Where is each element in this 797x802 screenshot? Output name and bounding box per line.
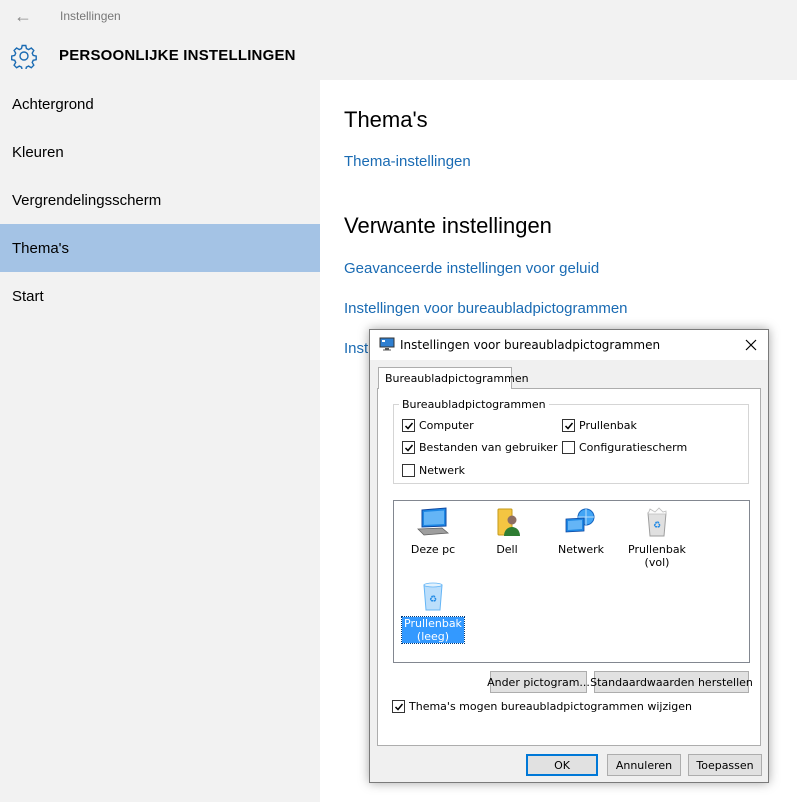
ok-button[interactable]: OK [526, 754, 598, 776]
icon-item-dell[interactable]: Dell [472, 507, 542, 556]
checkmark-icon [404, 444, 414, 452]
advanced-sound-settings-link[interactable]: Geavanceerde instellingen voor geluid [344, 260, 599, 277]
icon-item-deze-pc[interactable]: Deze pc [398, 507, 468, 556]
tab-bureaubladpictogrammen[interactable]: Bureaubladpictogrammen [378, 367, 529, 389]
sidebar-item-label: Achtergrond [12, 95, 94, 113]
themes-heading: Thema's [344, 107, 428, 132]
checkmark-icon [394, 703, 404, 711]
checkbox-box[interactable] [562, 441, 575, 454]
icon-item-prullenbak-vol[interactable]: ♻ Prullenbak (vol) [622, 507, 692, 569]
sidebar-item-label: Kleuren [12, 143, 64, 161]
checkbox-box[interactable] [402, 464, 415, 477]
back-arrow-icon: ← [14, 5, 32, 26]
checkbox-box[interactable] [402, 441, 415, 454]
cancel-button[interactable]: Annuleren [607, 754, 681, 776]
sidebar-item-achtergrond[interactable]: Achtergrond [0, 80, 320, 128]
apply-button[interactable]: Toepassen [688, 754, 762, 776]
sidebar-item-vergrendelingsscherm[interactable]: Vergrendelingsscherm [0, 176, 320, 224]
checkbox-label: Bestanden van gebruiker [419, 441, 558, 454]
control-panel-checkbox[interactable]: Configuratiescherm [562, 441, 687, 454]
monitor-icon [379, 337, 395, 351]
recycle-bin-full-icon: ♻ [647, 507, 667, 537]
computer-icon [417, 507, 450, 536]
recycle-bin-empty-icon: ♻ [423, 582, 443, 611]
icon-label: Netwerk [558, 543, 604, 556]
user-files-checkbox[interactable]: Bestanden van gebruiker [402, 441, 558, 454]
tab-panel: Bureaubladpictogrammen Computer Prullenb… [377, 388, 761, 746]
close-button[interactable] [740, 334, 762, 356]
allow-themes-checkbox[interactable]: Thema's mogen bureaubladpictogrammen wij… [392, 700, 692, 713]
icon-label: Prullenbak (leeg) [401, 616, 465, 644]
network-checkbox[interactable]: Netwerk [402, 464, 465, 477]
app-titlebar: ← Instellingen [0, 0, 797, 32]
app-title: Instellingen [60, 9, 121, 23]
user-folder-icon [497, 508, 520, 536]
desktop-icon-settings-dialog: Instellingen voor bureaubladpictogrammen… [369, 329, 769, 783]
sidebar: Achtergrond Kleuren Vergrendelingsscherm… [0, 80, 320, 802]
desktop-icons-groupbox: Bureaubladpictogrammen Computer Prullenb… [393, 398, 749, 484]
checkbox-box[interactable] [402, 419, 415, 432]
sidebar-item-label: Vergrendelingsscherm [12, 191, 162, 209]
groupbox-label: Bureaubladpictogrammen [399, 398, 549, 411]
change-icon-button[interactable]: Ander pictogram... [487, 671, 590, 693]
icon-item-netwerk[interactable]: Netwerk [546, 507, 616, 556]
icon-list-view[interactable]: Deze pc Dell Netwerk ♻ Prullenbak (vol) … [393, 500, 750, 663]
back-button[interactable]: ← [0, 0, 46, 32]
sidebar-item-start[interactable]: Start [0, 272, 320, 320]
related-settings-link-3[interactable]: Inst [344, 340, 368, 357]
dialog-titlebar[interactable]: Instellingen voor bureaubladpictogrammen [370, 330, 768, 360]
page-title: PERSOONLIJKE INSTELLINGEN [59, 47, 296, 64]
svg-text:♻: ♻ [429, 595, 437, 605]
sidebar-item-kleuren[interactable]: Kleuren [0, 128, 320, 176]
sidebar-item-label: Start [12, 287, 44, 305]
icon-label: Dell [496, 543, 518, 556]
theme-settings-link[interactable]: Thema-instellingen [344, 153, 471, 170]
restore-defaults-button[interactable]: Standaardwaarden herstellen [590, 671, 753, 693]
gear-icon [11, 44, 37, 69]
desktop-icon-settings-link[interactable]: Instellingen voor bureaubladpictogrammen [344, 300, 628, 317]
icon-label: Prullenbak (vol) [628, 543, 686, 569]
checkbox-label: Netwerk [419, 464, 465, 477]
checkbox-box[interactable] [392, 700, 405, 713]
checkbox-label: Computer [419, 419, 474, 432]
related-settings-heading: Verwante instellingen [344, 213, 552, 238]
close-icon [745, 339, 757, 351]
recycle-bin-checkbox[interactable]: Prullenbak [562, 419, 637, 432]
checkbox-label: Thema's mogen bureaubladpictogrammen wij… [409, 700, 693, 713]
page-header: PERSOONLIJKE INSTELLINGEN [0, 32, 797, 80]
icon-label: Deze pc [410, 543, 456, 556]
checkmark-icon [564, 422, 574, 430]
network-icon [565, 508, 595, 533]
svg-text:♻: ♻ [653, 521, 661, 531]
checkbox-label: Configuratiescherm [579, 441, 688, 454]
computer-checkbox[interactable]: Computer [402, 419, 474, 432]
icon-item-prullenbak-leeg[interactable]: ♻ Prullenbak (leeg) [398, 581, 468, 644]
checkbox-box[interactable] [562, 419, 575, 432]
checkbox-label: Prullenbak [579, 419, 637, 432]
sidebar-item-themas[interactable]: Thema's [0, 224, 320, 272]
dialog-title: Instellingen voor bureaubladpictogrammen [400, 338, 661, 352]
sidebar-item-label: Thema's [12, 239, 70, 257]
checkmark-icon [404, 422, 414, 430]
